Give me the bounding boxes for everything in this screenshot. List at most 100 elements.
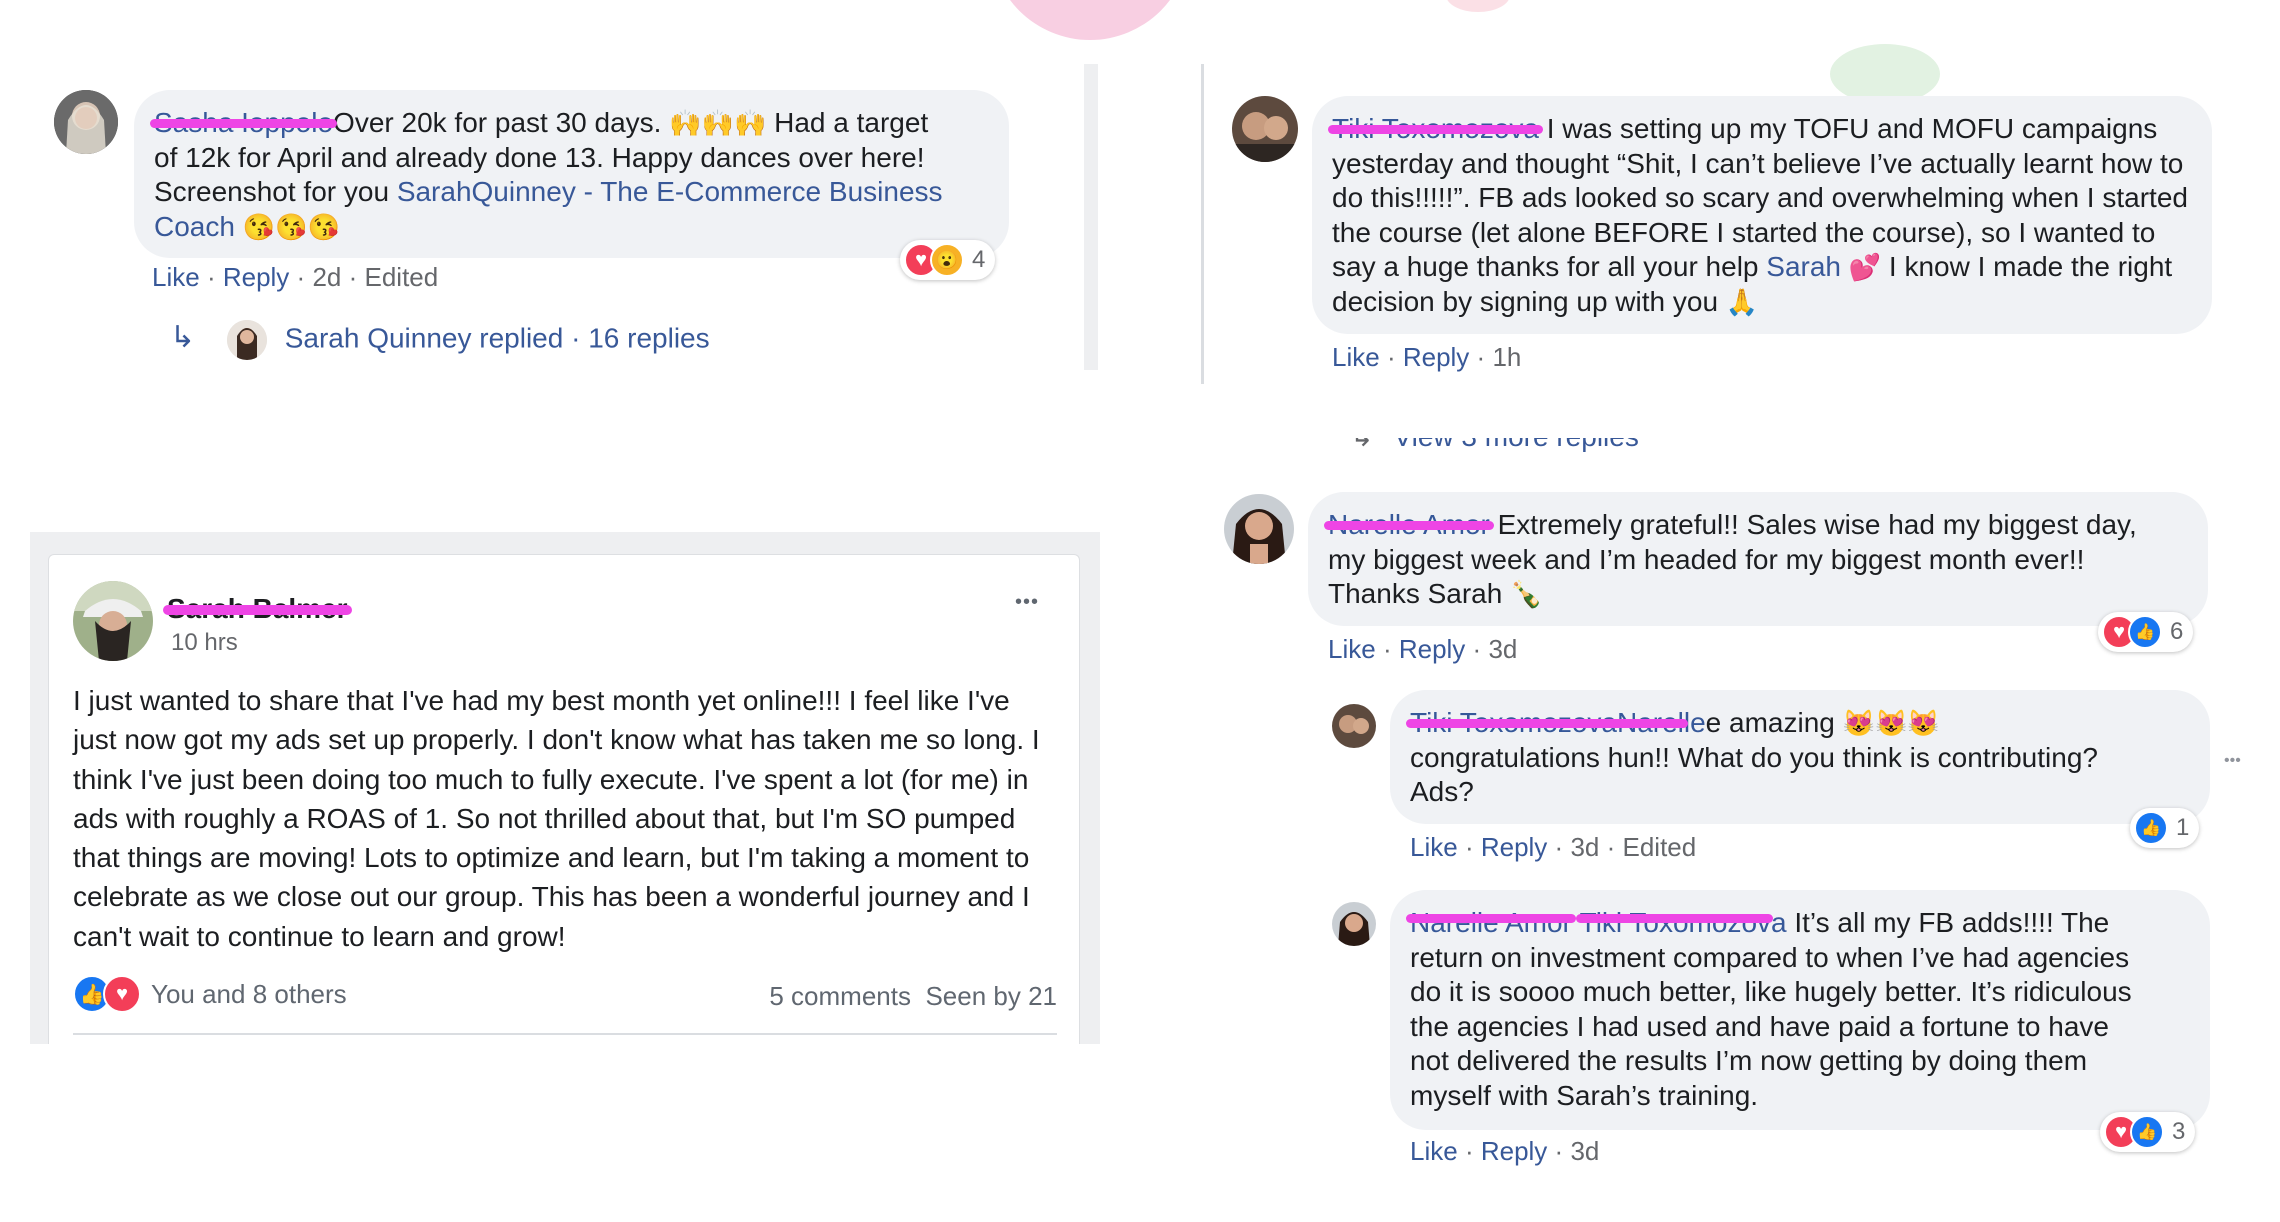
like-icon: 👍 [2130, 1115, 2164, 1149]
wow-icon: 😮 [930, 243, 964, 277]
reaction-summary[interactable]: 👍 1 [2130, 808, 2200, 848]
author-name-redacted[interactable]: Tiki Toxomozova [1328, 112, 1543, 147]
more-options-icon[interactable]: ••• [1015, 591, 1039, 614]
view-more-replies-partial[interactable]: ↳View 3 more replies [1350, 438, 1639, 468]
like-button[interactable]: Like [1410, 1136, 1458, 1166]
reaction-summary[interactable]: ♥ 😮 4 [900, 240, 996, 280]
avatar[interactable] [1332, 704, 1376, 748]
post-text-line: that things are moving! Lots to optimize… [73, 842, 1030, 874]
post-stats: 5 comments Seen by 21 [769, 981, 1057, 1012]
timestamp[interactable]: 3d [1570, 1136, 1599, 1166]
avatar[interactable] [54, 90, 118, 154]
post-text-line: think I've just been doing too much to f… [73, 763, 1029, 795]
reply-button[interactable]: Reply [1399, 634, 1465, 664]
post-text-line: celebrate as we close out our group. Thi… [73, 881, 1030, 913]
avatar [226, 320, 267, 360]
decorative-circle-green [1830, 44, 1940, 104]
post-text-line: can't wait to continue to learn and grow… [73, 920, 566, 952]
comment-text: my biggest week and I’m headed for my bi… [1328, 543, 2085, 575]
more-options-icon[interactable]: ••• [2224, 752, 2241, 770]
mention-link[interactable]: Coach [154, 211, 235, 242]
divider [73, 1033, 1057, 1035]
heart-eyes-cat-emoji: 😻😻😻 [1842, 708, 1940, 738]
post-author[interactable]: Sarah Balmer [163, 593, 352, 625]
champagne-emoji: 🍾 [1510, 579, 1543, 609]
reply-button[interactable]: Reply [223, 262, 289, 292]
timestamp[interactable]: 2d [312, 262, 341, 292]
post-reactions[interactable]: 👍 ♥ You and 8 others [73, 975, 347, 1013]
comment-text: Screenshot for you [154, 176, 397, 207]
avatar-photo [54, 90, 118, 154]
reply-arrow-icon: ↳ [170, 321, 196, 355]
reply-button[interactable]: Reply [1481, 1136, 1547, 1166]
replies-link[interactable]: ↳ Sarah Quinney replied · 16 replies [170, 320, 710, 360]
timestamp[interactable]: 3d [1488, 634, 1517, 664]
like-icon: 👍 [2134, 811, 2168, 845]
comments-count[interactable]: 5 comments [769, 981, 911, 1011]
mention-link[interactable]: Narelle [1612, 706, 1706, 741]
decorative-circle-pink [990, 0, 1190, 40]
comment-text: Thanks Sarah [1328, 578, 1511, 609]
comment-text: the course (let alone BEFORE I started t… [1332, 216, 2156, 248]
comment-text: I was setting up my TOFU and MOFU campai… [1546, 113, 2158, 144]
comment-text: Over 20k for past 30 days. [333, 107, 662, 138]
right-panel-divider [1201, 64, 1204, 384]
author-name-redacted[interactable]: Narelle Amor [1324, 508, 1494, 543]
like-button[interactable]: Like [1328, 634, 1376, 664]
avatar-photo [73, 581, 153, 661]
edited-label[interactable]: Edited [1622, 832, 1696, 862]
like-button[interactable]: Like [1332, 342, 1380, 372]
author-name-redacted[interactable]: Tiki Toxomozova [1406, 706, 1621, 741]
comment-text: of 12k for April and already done 13. Ha… [154, 141, 925, 173]
comment-text: myself with Sarah’s training. [1410, 1079, 1759, 1111]
reaction-summary[interactable]: ♥ 👍 6 [2098, 612, 2194, 652]
post-timestamp[interactable]: 10 hrs [171, 629, 238, 657]
hearts-emoji: 💕 [1848, 252, 1882, 282]
avatar-photo [1224, 494, 1294, 564]
comment-text: do this!!!!!”. FB ads looked so scary an… [1332, 182, 2188, 213]
comment-text: Ads? [1410, 776, 1474, 807]
avatar[interactable] [1224, 494, 1294, 564]
raised-hands-emoji: 🙌🙌🙌 [669, 108, 767, 138]
decorative-circle-pink-small [1446, 0, 1510, 12]
timestamp[interactable]: 3d [1570, 832, 1599, 862]
mention-link[interactable]: Tiki Toxomozova [1575, 906, 1787, 941]
avatar-photo [1232, 96, 1298, 162]
avatar[interactable] [73, 581, 153, 661]
timestamp[interactable]: 1h [1492, 342, 1521, 372]
reactions-text[interactable]: You and 8 others [151, 979, 347, 1010]
edited-label[interactable]: Edited [364, 262, 438, 292]
comment-text: the agencies I had used and have paid a … [1410, 1010, 2109, 1042]
comment-text: not delivered the results I’m now gettin… [1410, 1045, 2088, 1076]
reaction-summary[interactable]: ♥ 👍 3 [2100, 1112, 2196, 1152]
post-body: I just wanted to share that I've had my … [73, 681, 1040, 956]
comment-text: do it is soooo much better, like hugely … [1410, 976, 2132, 1007]
comment-text: Had a target [774, 107, 929, 138]
avatar[interactable] [1232, 96, 1298, 162]
mention-link[interactable]: SarahQuinney - The E-Commerce Business [397, 176, 943, 207]
comment-text: yesterday and thought “Shit, I can’t bel… [1332, 147, 2184, 179]
comment-actions: Like · Reply · 3d · Edited [1410, 832, 1697, 862]
author-name-redacted[interactable]: Sasha Ioppolo [150, 106, 338, 141]
post-text-line: ads with roughly a ROAS of 1. So not thr… [73, 802, 1016, 834]
reply-button[interactable]: Reply [1481, 832, 1547, 862]
comment-bubble: Tiki Toxomozova I was setting up my TOFU… [1312, 96, 2212, 334]
mention-link[interactable]: Sarah [1766, 251, 1841, 282]
kiss-emoji: 😘😘😘 [242, 211, 340, 242]
comment-text: e amazing [1705, 707, 1843, 738]
comment-bubble: Narelle Amor Extremely grateful!! Sales … [1308, 492, 2208, 626]
love-icon: ♥ [103, 975, 141, 1013]
seen-count[interactable]: Seen by 21 [925, 981, 1057, 1011]
comment-text: congratulations hun!! What do you think … [1410, 741, 2098, 773]
author-name-redacted[interactable]: Narelle Amor [1406, 906, 1576, 941]
replies-text[interactable]: Sarah Quinney replied · 16 replies [285, 322, 710, 353]
avatar[interactable] [1332, 902, 1376, 946]
left-panel-divider [1084, 64, 1098, 370]
like-icon: 👍 [2128, 615, 2162, 649]
reply-button[interactable]: Reply [1403, 342, 1469, 372]
comment-actions: Like · Reply · 3d [1410, 1136, 1600, 1166]
like-button[interactable]: Like [152, 262, 200, 292]
reply-bubble: Tiki ToxomozovaNarellee amazing 😻😻😻 cong… [1390, 690, 2210, 824]
comment-text: It’s all my FB adds!!!! The [1794, 907, 2110, 938]
like-button[interactable]: Like [1410, 832, 1458, 862]
